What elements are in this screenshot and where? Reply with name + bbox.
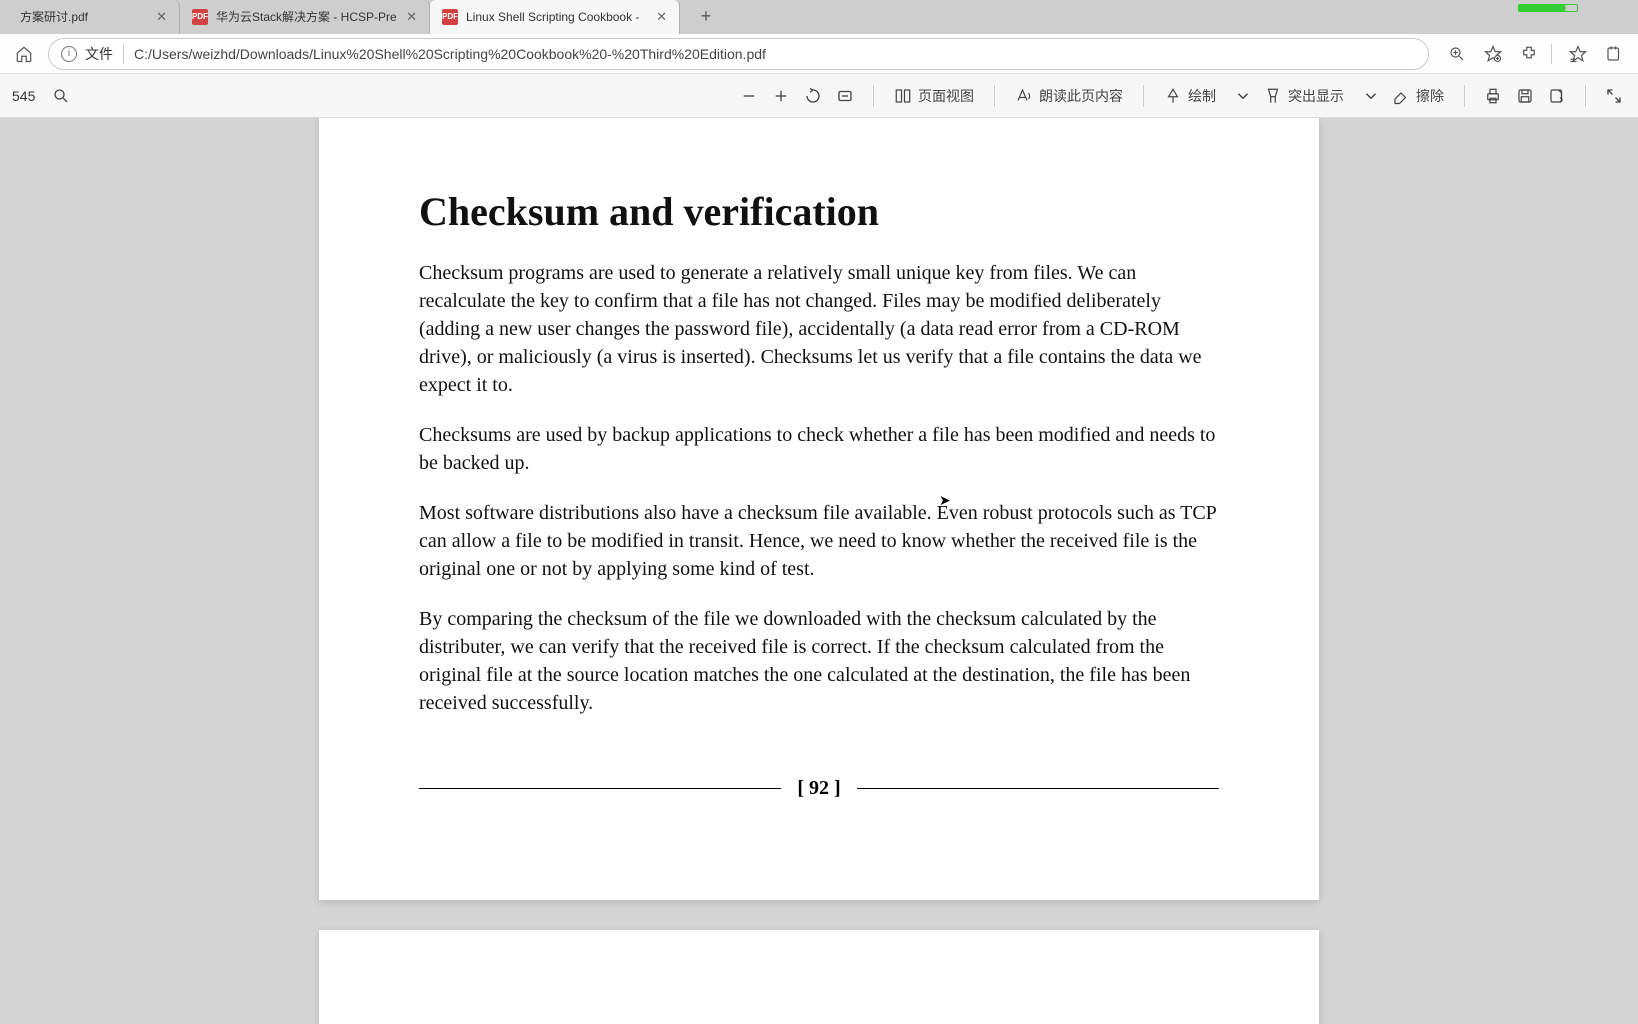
- highlight-button[interactable]: 突出显示: [1256, 80, 1352, 112]
- tab-pdf-2[interactable]: PDF 华为云Stack解决方案 - HCSP-Pre ✕: [180, 0, 430, 34]
- zoom-in-button[interactable]: [765, 80, 797, 112]
- rotate-button[interactable]: [797, 80, 829, 112]
- info-icon[interactable]: i: [61, 46, 77, 62]
- page-view-label: 页面视图: [918, 86, 974, 106]
- fit-page-button[interactable]: [829, 80, 861, 112]
- new-tab-button[interactable]: +: [692, 3, 720, 31]
- separator: [1143, 85, 1144, 107]
- favorites-star-icon[interactable]: [1477, 38, 1509, 70]
- tab-pdf-1[interactable]: 方案研讨.pdf ✕: [0, 0, 180, 34]
- collections-icon[interactable]: [1598, 38, 1630, 70]
- separator: [873, 85, 874, 107]
- url-text: C:/Users/weizhd/Downloads/Linux%20Shell%…: [134, 46, 766, 62]
- footer-line: [857, 788, 1219, 789]
- separator: [1551, 44, 1552, 64]
- address-bar: i 文件 C:/Users/weizhd/Downloads/Linux%20S…: [0, 34, 1638, 74]
- close-icon[interactable]: ✕: [406, 9, 417, 25]
- cursor-icon: ➤: [939, 492, 951, 509]
- tab-pdf-3[interactable]: PDF Linux Shell Scripting Cookbook - ✕: [430, 0, 680, 34]
- highlight-label: 突出显示: [1288, 86, 1344, 106]
- draw-dropdown[interactable]: [1224, 80, 1256, 112]
- separator: [1585, 85, 1586, 107]
- save-button[interactable]: [1509, 80, 1541, 112]
- erase-label: 擦除: [1416, 86, 1444, 106]
- erase-button[interactable]: 擦除: [1384, 80, 1452, 112]
- paragraph: By comparing the checksum of the file we…: [419, 605, 1219, 717]
- print-button[interactable]: [1477, 80, 1509, 112]
- draw-button[interactable]: 绘制: [1156, 80, 1224, 112]
- draw-label: 绘制: [1188, 86, 1216, 106]
- close-icon[interactable]: ✕: [156, 9, 167, 25]
- zoom-icon[interactable]: [1441, 38, 1473, 70]
- read-aloud-button[interactable]: 朗读此页内容: [1007, 80, 1131, 112]
- tab-title: 华为云Stack解决方案 - HCSP-Pre: [216, 8, 398, 25]
- page-number: [ 92 ]: [781, 777, 856, 800]
- zoom-out-button[interactable]: [733, 80, 765, 112]
- separator: [1464, 85, 1465, 107]
- url-bar[interactable]: i 文件 C:/Users/weizhd/Downloads/Linux%20S…: [48, 38, 1429, 70]
- pdf-viewport[interactable]: Checksum and verification Checksum progr…: [0, 118, 1638, 1024]
- pdf-page-next: [319, 930, 1319, 1024]
- paragraph: Most software distributions also have a …: [419, 499, 1219, 583]
- url-type-label: 文件: [85, 44, 124, 64]
- highlight-dropdown[interactable]: [1352, 80, 1384, 112]
- favorites-list-icon[interactable]: [1562, 38, 1594, 70]
- save-as-button[interactable]: [1541, 80, 1573, 112]
- footer-line: [419, 788, 781, 789]
- tab-title: Linux Shell Scripting Cookbook -: [466, 10, 648, 24]
- tabs-bar: 方案研讨.pdf ✕ PDF 华为云Stack解决方案 - HCSP-Pre ✕…: [0, 0, 1638, 34]
- search-button[interactable]: [45, 80, 77, 112]
- pdf-icon: PDF: [192, 9, 208, 25]
- page-view-button[interactable]: 页面视图: [886, 80, 982, 112]
- pdf-toolbar: 545 页面视图 朗读此页内容 绘制 突出显示 擦除: [0, 74, 1638, 118]
- tab-title: 方案研讨.pdf: [20, 8, 148, 25]
- separator: [994, 85, 995, 107]
- battery-indicator: [1518, 4, 1578, 12]
- read-aloud-label: 朗读此页内容: [1039, 86, 1123, 106]
- pdf-page: Checksum and verification Checksum progr…: [319, 118, 1319, 900]
- extensions-icon[interactable]: [1513, 38, 1545, 70]
- pdf-icon: PDF: [442, 9, 458, 25]
- page-number-area[interactable]: 545: [8, 84, 39, 108]
- close-icon[interactable]: ✕: [656, 9, 667, 25]
- section-heading: Checksum and verification: [419, 188, 1219, 235]
- home-button[interactable]: [8, 38, 40, 70]
- paragraph: Checksum programs are used to generate a…: [419, 259, 1219, 399]
- page-footer: [ 92 ]: [419, 777, 1219, 800]
- paragraph: Checksums are used by backup application…: [419, 421, 1219, 477]
- fullscreen-button[interactable]: [1598, 80, 1630, 112]
- page-number-display: 545: [8, 84, 39, 108]
